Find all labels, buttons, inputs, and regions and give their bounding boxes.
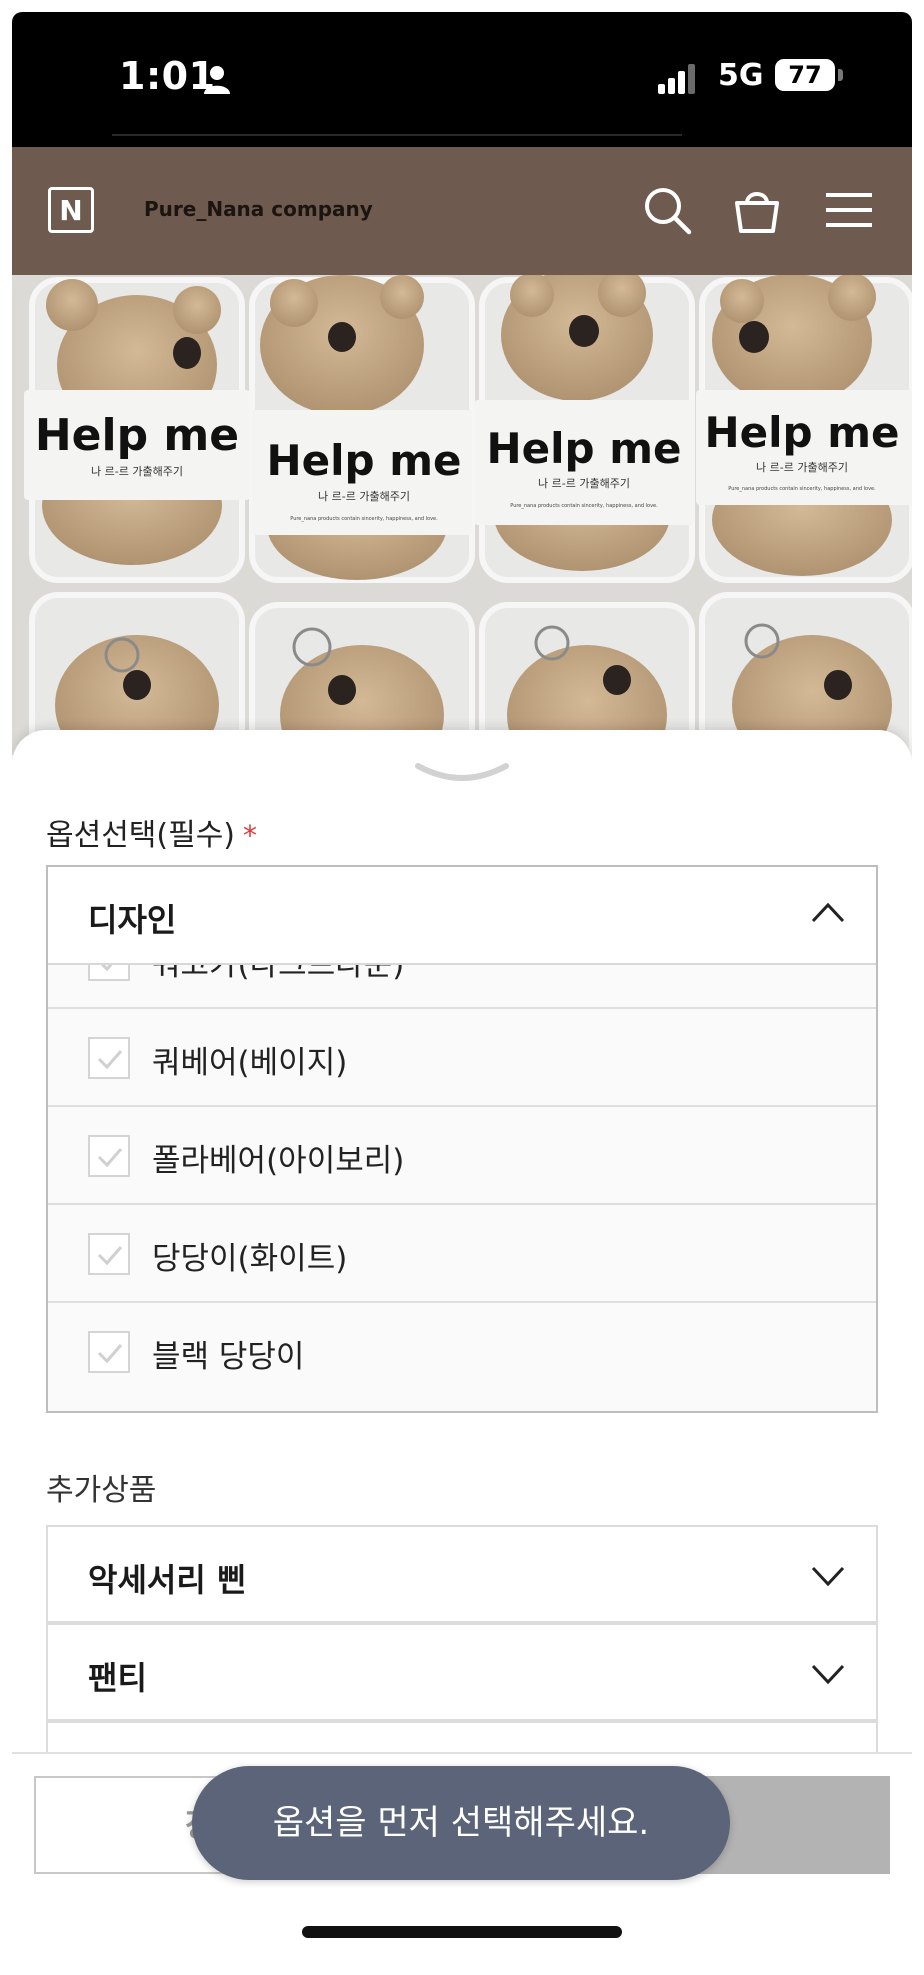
battery-tip	[838, 69, 843, 81]
check-icon	[97, 1148, 123, 1168]
check-icon	[97, 1050, 123, 1070]
option-item-label: 쿼베어(베이지)	[152, 1045, 348, 1081]
required-mark: *	[243, 819, 258, 852]
option-item[interactable]: 쿼베어(베이지)	[48, 1009, 876, 1107]
help-me-label-2: Help me 나 르-르 가출해주기 Pure_nana products c…	[252, 410, 472, 535]
option-item[interactable]: 폴라베어(아이보리)	[48, 1107, 876, 1205]
label-sub-1: 나 르-르 가출해주기	[91, 464, 183, 478]
option-item-label: 당당이(화이트)	[152, 1241, 348, 1277]
label-fine-4: Pure_nana products contain sincerity, ha…	[728, 486, 876, 492]
label-sub-2: 나 르-르 가출해주기	[318, 489, 410, 503]
chevron-down-icon[interactable]	[810, 1563, 846, 1589]
design-dropdown-label: 디자인	[88, 901, 177, 939]
option-item-label: 폴라베어(아이보리)	[152, 1143, 405, 1179]
label-text-3: Help me	[487, 424, 682, 473]
design-dropdown[interactable]: 디자인 쿼코카(다크브라운) 쿼베어(베이지) 폴라베어(아이보리) 당당이(화…	[46, 865, 878, 1413]
network-type: 5G	[718, 58, 764, 93]
home-indicator[interactable]	[302, 1926, 622, 1938]
label-fine-2: Pure_nana products contain sincerity, ha…	[290, 516, 438, 522]
label-fine-3: Pure_nana products contain sincerity, ha…	[510, 503, 658, 509]
option-item[interactable]: 당당이(화이트)	[48, 1205, 876, 1303]
label-text-4: Help me	[705, 408, 900, 457]
battery-level: 77	[788, 61, 822, 89]
chevron-up-icon[interactable]	[810, 899, 846, 925]
checkbox[interactable]	[88, 1331, 130, 1373]
logo-letter: N	[59, 194, 83, 227]
person-icon	[204, 66, 230, 94]
underwear-label: 팬티	[88, 1659, 147, 1697]
checkbox[interactable]	[88, 1135, 130, 1177]
cart-icon[interactable]	[730, 183, 784, 237]
search-icon[interactable]	[640, 183, 694, 237]
option-item-label: 블랙 당당이	[152, 1339, 305, 1375]
status-divider	[112, 134, 682, 136]
option-section-title: 옵션선택(필수) *	[46, 810, 257, 854]
label-sub-3: 나 르-르 가출해주기	[538, 476, 630, 490]
option-title-text: 옵션선택(필수)	[46, 818, 236, 853]
battery-icon: 77	[775, 59, 835, 91]
check-icon	[97, 1344, 123, 1364]
option-item[interactable]: 블랙 당당이	[48, 1303, 876, 1401]
sheet-collapse-handle-icon[interactable]	[414, 760, 510, 786]
menu-icon[interactable]	[822, 183, 876, 237]
cellular-signal-icon	[658, 64, 695, 94]
site-header: N Pure_Nana company	[12, 147, 912, 275]
additional-products-title: 추가상품	[46, 1473, 157, 1508]
checkbox[interactable]	[88, 1037, 130, 1079]
accessory-pin-label: 악세서리 삔	[88, 1561, 247, 1599]
label-sub-4: 나 르-르 가출해주기	[756, 460, 848, 474]
brand-name[interactable]: Pure_Nana company	[144, 197, 373, 221]
product-image[interactable]: Help me 나 르-르 가출해주기 Help me 나 르-르 가출해주기 …	[12, 275, 912, 755]
accessory-pin-dropdown[interactable]: 악세서리 삔	[46, 1525, 878, 1623]
status-bar: 1:01 5G 77	[12, 12, 912, 147]
logo-icon[interactable]: N	[48, 187, 94, 233]
toast-message: 옵션을 먼저 선택해주세요.	[192, 1766, 730, 1880]
underwear-dropdown[interactable]: 팬티	[46, 1623, 878, 1721]
help-me-label-1: Help me 나 르-르 가출해주기	[24, 390, 250, 500]
label-text-2: Help me	[267, 436, 462, 485]
chevron-down-icon[interactable]	[810, 1661, 846, 1687]
label-text-1: Help me	[35, 410, 239, 461]
checkbox[interactable]	[88, 1233, 130, 1275]
app-frame: 1:01 5G 77 N Pure_Nana company Help me 나…	[12, 12, 912, 1962]
design-dropdown-header[interactable]: 디자인	[48, 867, 876, 965]
option-bottom-sheet: 옵션선택(필수) * 디자인 쿼코카(다크브라운) 쿼베어(베이지) 폴라베어(…	[12, 730, 912, 1962]
product-illustration: Help me 나 르-르 가출해주기 Help me 나 르-르 가출해주기 …	[12, 275, 912, 755]
help-me-label-4: Help me 나 르-르 가출해주기 Pure_nana products c…	[696, 390, 912, 505]
check-icon	[97, 1246, 123, 1266]
help-me-label-3: Help me 나 르-르 가출해주기 Pure_nana products c…	[474, 400, 694, 525]
design-option-list: 쿼코카(다크브라운) 쿼베어(베이지) 폴라베어(아이보리) 당당이(화이트) …	[48, 911, 876, 1401]
